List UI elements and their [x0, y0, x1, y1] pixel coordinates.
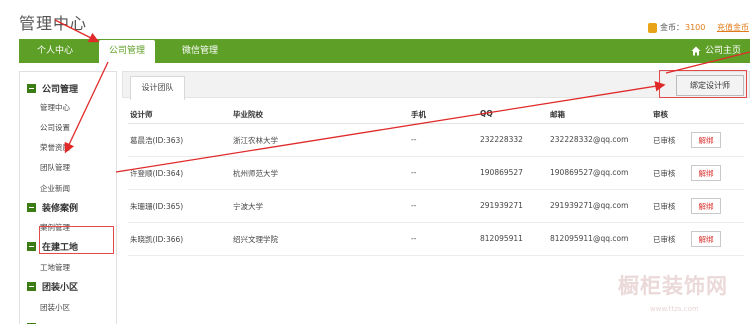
school: 杭州师范大学 [233, 169, 278, 178]
qq: 812095911 [480, 234, 523, 243]
bind-designer-button[interactable]: 绑定设计师 [676, 75, 744, 96]
sidebar-section-cases[interactable]: 装修案例 [27, 200, 78, 214]
watermark-logo: 橱柜装饰网 [618, 274, 728, 298]
company-home-label: 公司主页 [704, 46, 741, 56]
coin-icon [648, 22, 657, 33]
phone: -- [411, 135, 417, 144]
page-title: 管理中心 [19, 14, 88, 33]
status: 已审核 [653, 202, 676, 211]
qq: 291939271 [480, 201, 523, 210]
sidebar-section-cutoff [27, 320, 42, 324]
sidebar-item-company-settings[interactable]: 公司设置 [40, 122, 70, 133]
school: 绍兴文理学院 [233, 235, 278, 244]
email: 232228332@qq.com [550, 135, 629, 144]
unbind-button[interactable]: 解绑 [691, 165, 721, 181]
col-header-email: 邮箱 [550, 110, 565, 119]
unbind-button[interactable]: 解绑 [691, 231, 721, 247]
qq: 190869527 [480, 168, 523, 177]
designer-name: 朱晓凯(ID:366) [130, 235, 184, 244]
school: 宁波大学 [233, 202, 263, 211]
col-header-phone: 手机 [411, 110, 426, 119]
col-header-designer: 设计师 [130, 110, 153, 119]
company-home-link[interactable]: 公司主页 [691, 39, 741, 63]
unbind-button[interactable]: 解绑 [691, 198, 721, 214]
sidebar-item-admin-center[interactable]: 管理中心 [40, 102, 70, 113]
tab-bar: 设计团队 绑定设计师 [122, 70, 750, 100]
coin-label: 金币： [660, 23, 684, 32]
nav-personal-center[interactable]: 个人中心 [37, 39, 73, 63]
coin-balance: 金币： 3100 [648, 22, 705, 33]
email: 190869527@qq.com [550, 168, 629, 177]
email: 812095911@qq.com [550, 234, 629, 243]
status: 已审核 [653, 169, 676, 178]
nav-wechat-management[interactable]: 微信管理 [182, 39, 218, 63]
collapse-icon [27, 241, 36, 251]
phone: -- [411, 234, 417, 243]
collapse-icon [27, 281, 36, 291]
table-row: 葛晨浩(ID:363) 浙江农林大学 -- 232228332 23222833… [128, 124, 744, 157]
tab-design-team[interactable]: 设计团队 [130, 76, 185, 100]
page: 管理中心 金币： 3100 充值金币 个人中心 公司管理 微信管理 公司主页 公… [0, 0, 750, 324]
email: 291939271@qq.com [550, 201, 629, 210]
table-row: 许登顺(ID:364) 杭州师范大学 -- 190869527 19086952… [128, 157, 744, 190]
phone: -- [411, 168, 417, 177]
annotation-highlight-team [39, 226, 114, 254]
table-row: 朱晓凯(ID:366) 绍兴文理学院 -- 812095911 81209591… [128, 223, 744, 256]
table-row: 朱珊珊(ID:365) 宁波大学 -- 291939271 291939271@… [128, 190, 744, 223]
sidebar-item-site-management[interactable]: 工地管理 [40, 262, 70, 273]
watermark-url: www.ttzs.com [650, 305, 699, 313]
sidebar-section-company[interactable]: 公司管理 [27, 81, 78, 95]
sidebar-section-title: 公司管理 [42, 84, 79, 95]
sidebar-item-team-management[interactable]: 团队管理 [40, 162, 70, 173]
sidebar-item-honors[interactable]: 荣誉资质 [40, 142, 70, 153]
qq: 232228332 [480, 135, 523, 144]
sidebar-section-communities[interactable]: 团装小区 [27, 279, 78, 293]
collapse-icon [27, 83, 36, 93]
home-icon [691, 46, 701, 56]
status: 已审核 [653, 136, 676, 145]
collapse-icon [27, 202, 36, 212]
recharge-link[interactable]: 充值金币 [717, 22, 749, 33]
designer-name: 朱珊珊(ID:365) [130, 202, 184, 211]
col-header-qq: QQ [480, 109, 493, 118]
nav-company-management[interactable]: 公司管理 [99, 40, 156, 63]
col-header-school: 毕业院校 [233, 110, 263, 119]
sidebar-item-company-news[interactable]: 企业新闻 [40, 183, 70, 194]
sidebar: 公司管理 管理中心 公司设置 荣誉资质 团队管理 企业新闻 装修案例 案例管理 … [19, 71, 117, 324]
sidebar-item-community-management[interactable]: 团装小区 [40, 302, 70, 313]
main-navbar: 个人中心 公司管理 微信管理 公司主页 [19, 39, 750, 63]
school: 浙江农林大学 [233, 136, 278, 145]
designer-name: 许登顺(ID:364) [130, 169, 184, 178]
designer-name: 葛晨浩(ID:363) [130, 136, 184, 145]
phone: -- [411, 201, 417, 210]
sidebar-section-title: 装修案例 [42, 203, 79, 214]
unbind-button[interactable]: 解绑 [691, 132, 721, 148]
status: 已审核 [653, 235, 676, 244]
coin-value: 3100 [685, 23, 706, 32]
col-header-status: 审核 [653, 110, 668, 119]
sidebar-section-title: 团装小区 [42, 282, 79, 293]
